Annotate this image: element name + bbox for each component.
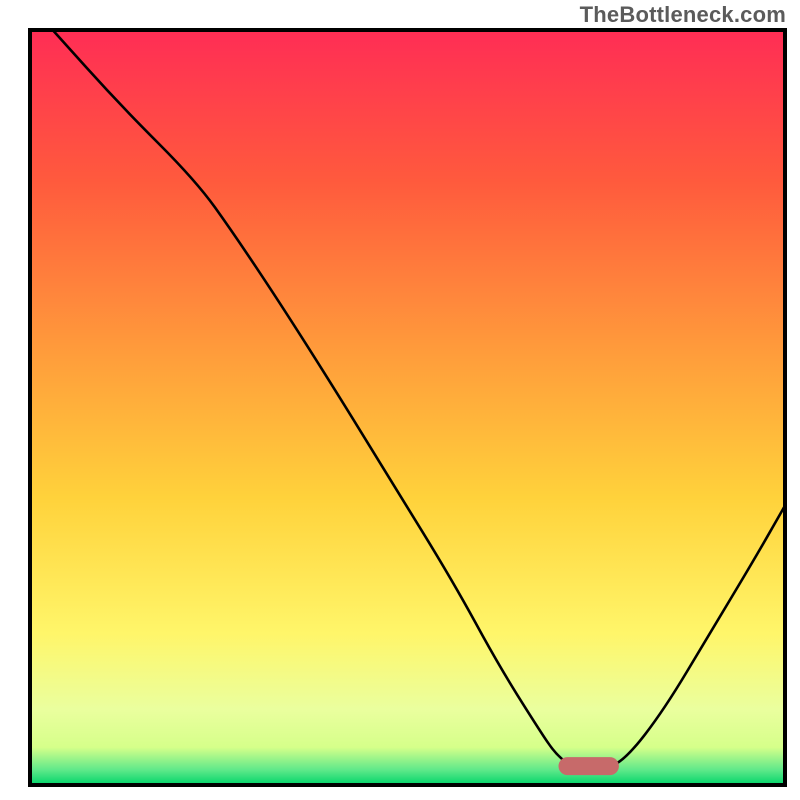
bottleneck-chart	[0, 0, 800, 800]
chart-container: TheBottleneck.com	[0, 0, 800, 800]
watermark-text: TheBottleneck.com	[580, 2, 786, 28]
plot-background	[30, 30, 785, 785]
minimum-marker	[559, 757, 619, 775]
